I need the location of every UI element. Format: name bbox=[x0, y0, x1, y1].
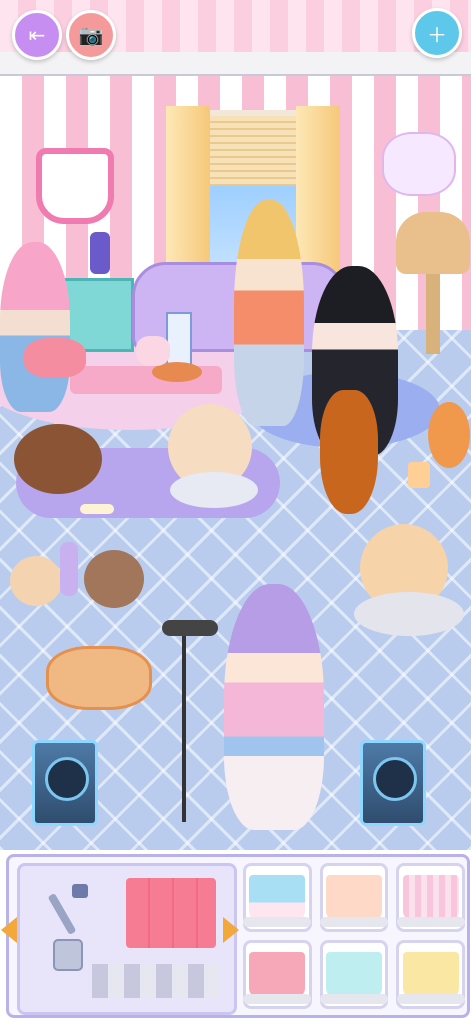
speaker-left[interactable] bbox=[32, 740, 98, 826]
unicorn-plush[interactable] bbox=[382, 132, 456, 196]
wallpaper-roll-icon bbox=[243, 874, 312, 927]
character-purple-hair-girl[interactable] bbox=[224, 584, 324, 830]
wallpaper-swatch-grid bbox=[243, 863, 465, 1009]
wallpaper-swatch-1[interactable] bbox=[243, 863, 312, 932]
add-furniture-icon: ＋ bbox=[427, 22, 447, 47]
microphone-stand[interactable] bbox=[182, 626, 186, 822]
category-preview[interactable] bbox=[17, 863, 237, 1015]
microphone-icon[interactable] bbox=[162, 620, 218, 636]
cello[interactable] bbox=[320, 390, 378, 514]
cat-food-can[interactable] bbox=[408, 462, 430, 488]
bone-toy[interactable] bbox=[80, 504, 114, 514]
wallpaper-swatch-4[interactable] bbox=[243, 940, 312, 1009]
cat-bed-sleeping-cat[interactable] bbox=[46, 646, 152, 710]
add-furniture-button[interactable]: ＋ bbox=[412, 8, 462, 58]
feather-toy[interactable] bbox=[60, 542, 78, 596]
cat-tower-bed bbox=[396, 212, 470, 274]
pet-kitten-calico[interactable] bbox=[10, 556, 62, 606]
speaker-right[interactable] bbox=[360, 740, 426, 826]
wallpaper-swatch-6[interactable] bbox=[396, 940, 465, 1009]
wallpaper-roll-icon bbox=[396, 874, 465, 927]
arrow-right-icon[interactable] bbox=[223, 917, 239, 943]
character-pink-hair-girl[interactable] bbox=[0, 242, 70, 412]
pet-bed-grey[interactable] bbox=[354, 592, 464, 636]
speaker-cone bbox=[45, 757, 89, 801]
cake[interactable] bbox=[24, 338, 86, 378]
pet-bed-round[interactable] bbox=[170, 472, 258, 508]
pet-orange-cat[interactable] bbox=[428, 402, 470, 468]
wallpaper-paint-icon bbox=[36, 884, 106, 976]
pet-brown-dog[interactable] bbox=[14, 424, 102, 494]
wallpaper-swatch-2[interactable] bbox=[319, 863, 389, 932]
wallpaper-roll-icon bbox=[319, 874, 388, 927]
wallpaper-swatch-3[interactable] bbox=[396, 863, 465, 932]
camera-button[interactable]: 📷 bbox=[66, 10, 116, 60]
wall-rail bbox=[0, 52, 471, 76]
cat-mirror[interactable] bbox=[36, 148, 114, 224]
wallpaper-roll-icon bbox=[319, 951, 388, 1004]
wallpaper-sample bbox=[126, 878, 216, 948]
wallpaper-roll-icon bbox=[396, 951, 465, 1004]
teapot[interactable] bbox=[136, 336, 170, 366]
exit-door-icon: ⇤ bbox=[28, 23, 46, 47]
pet-kitten-tabby[interactable] bbox=[84, 550, 144, 608]
speaker-cone bbox=[373, 757, 417, 801]
room-scene[interactable]: ⇤ 📷 ＋ bbox=[0, 0, 471, 850]
character-cat-ear-girl[interactable] bbox=[234, 200, 304, 426]
cat-tower-post bbox=[426, 274, 440, 354]
lantern-icon[interactable] bbox=[90, 232, 110, 274]
arrow-left-icon[interactable] bbox=[1, 917, 17, 943]
wallpaper-swatch-5[interactable] bbox=[319, 940, 389, 1009]
camera-icon: 📷 bbox=[78, 23, 104, 47]
editor-frame bbox=[1, 854, 470, 1018]
milk-carton[interactable] bbox=[166, 312, 192, 366]
cat-tower[interactable] bbox=[396, 212, 470, 362]
wallpaper-roll-icon bbox=[243, 951, 312, 1004]
exit-button[interactable]: ⇤ bbox=[12, 10, 62, 60]
editor-panel bbox=[0, 850, 471, 1019]
floor-sample bbox=[92, 964, 220, 998]
